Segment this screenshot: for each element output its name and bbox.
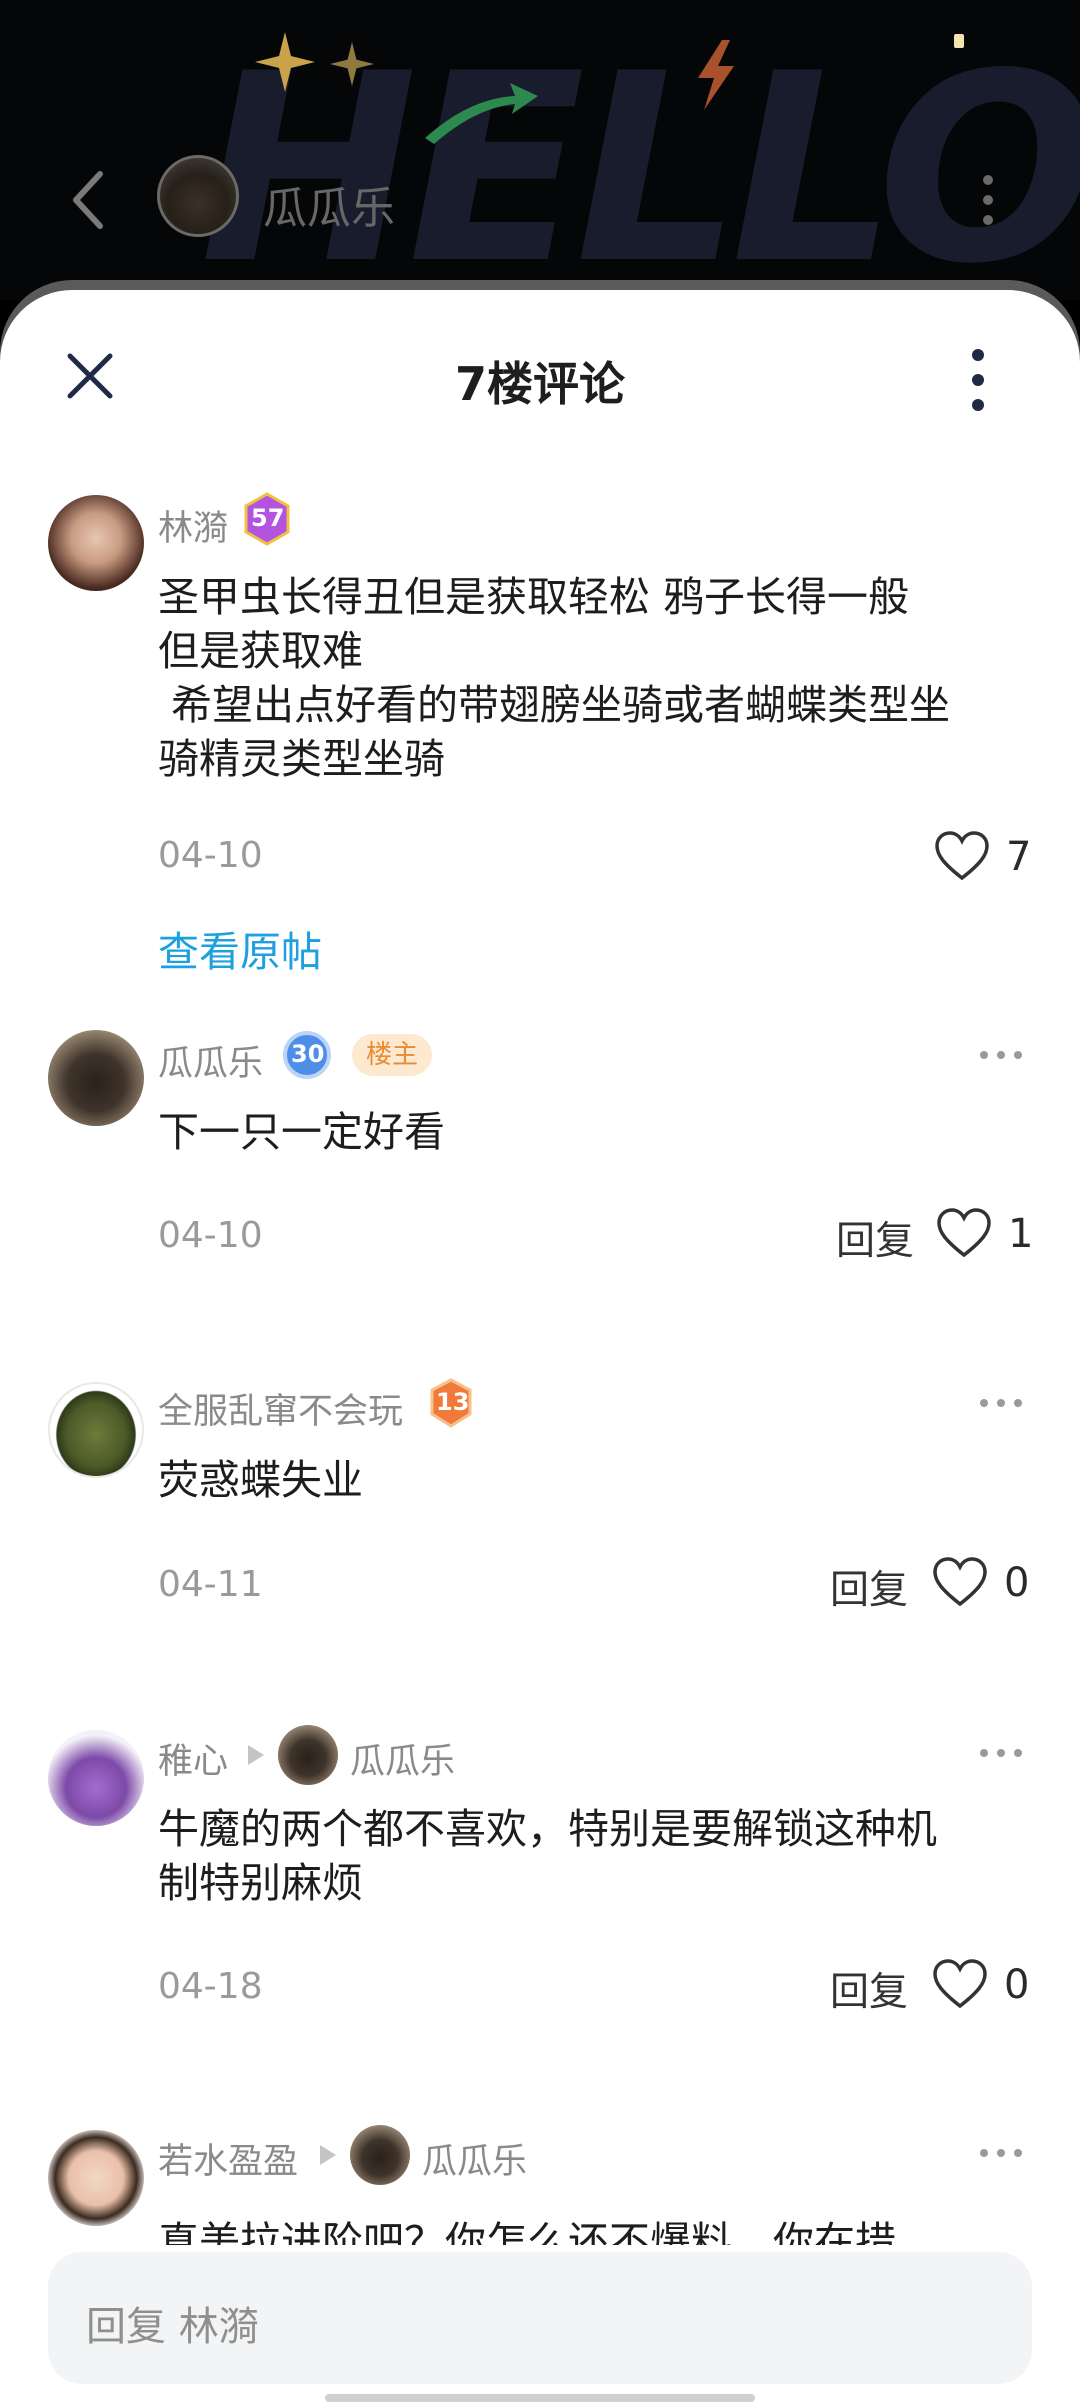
vertical-dots-icon[interactable] (958, 345, 998, 415)
avatar[interactable] (48, 2130, 144, 2226)
avatar[interactable] (48, 1030, 144, 1126)
reply-author[interactable]: 全服乱窜不会玩 (158, 1383, 403, 1434)
avatar[interactable] (48, 1730, 144, 1826)
heart-icon[interactable] (936, 1207, 992, 1259)
heart-icon[interactable] (934, 830, 990, 882)
like-count: 7 (1006, 834, 1032, 880)
view-original-link[interactable]: 查看原帖 (158, 918, 322, 978)
reply-button[interactable]: 回复 (836, 1210, 914, 1266)
reply-input-placeholder: 回复 林漪 (86, 2304, 259, 2350)
reply-to-name[interactable]: 瓜瓜乐 (350, 1733, 455, 1784)
comment-author[interactable]: 林漪 (158, 500, 228, 551)
like-count: 1 (1008, 1211, 1034, 1257)
reply-author[interactable]: 稚心 (158, 1733, 228, 1784)
more-dots-icon[interactable] (976, 1743, 1026, 1763)
like-count: 0 (1004, 1560, 1030, 1606)
sparkle-icon (330, 42, 374, 86)
avatar[interactable] (278, 1725, 338, 1785)
reply-date: 04-11 (158, 1564, 263, 1605)
heart-icon[interactable] (932, 1958, 988, 2010)
avatar[interactable] (48, 1382, 144, 1478)
more-dots-icon[interactable] (976, 1393, 1026, 1413)
avatar[interactable] (157, 155, 239, 237)
more-dots-icon[interactable] (976, 2143, 1026, 2163)
reply-date: 04-10 (158, 1215, 263, 1256)
reply-to-arrow-icon (320, 2145, 336, 2165)
comment-sheet: 7楼评论 林漪 57 圣甲虫长得丑但是获取轻松 鸦子长得一般 但是获取难 希望出… (0, 290, 1080, 2408)
level-number: 57 (251, 504, 285, 532)
top-bar: HELLO 瓜瓜乐 (0, 0, 1080, 300)
comment-text: 圣甲虫长得丑但是获取轻松 鸦子长得一般 但是获取难 希望出点好看的带翅膀坐骑或者… (158, 573, 951, 783)
reply-date: 04-18 (158, 1966, 263, 2007)
reply-text: 荧惑蝶失业 (158, 1456, 363, 1504)
arrow-decoration-icon (425, 83, 538, 144)
reply-text: 真美拉进阶吧？你怎么还不爆料，你在措 (158, 2218, 896, 2245)
level-number: 13 (436, 1388, 470, 1416)
reply-author[interactable]: 若水盈盈 (158, 2133, 298, 2184)
reply-text: 下一只一定好看 (158, 1108, 445, 1156)
reply-text: 牛魔的两个都不喜欢，特别是要解锁这种机 制特别麻烦 (158, 1805, 937, 1907)
host-badge: 楼主 (352, 1034, 433, 1076)
level-number: 30 (291, 1040, 325, 1068)
sheet-title: 7楼评论 (454, 357, 625, 411)
vertical-dots-icon[interactable] (968, 170, 1008, 230)
like-count: 0 (1004, 1962, 1030, 2008)
avatar[interactable] (350, 2125, 410, 2185)
reply-to-name[interactable]: 瓜瓜乐 (422, 2133, 527, 2184)
back-button[interactable] (60, 160, 120, 240)
avatar[interactable] (48, 495, 144, 591)
more-dots-icon[interactable] (976, 1045, 1026, 1065)
heart-icon[interactable] (932, 1556, 988, 1608)
sparkle-icon (255, 32, 315, 92)
reply-input[interactable]: 回复 林漪 (48, 2252, 1032, 2384)
home-indicator[interactable] (325, 2394, 755, 2402)
status-dot (954, 34, 964, 48)
reply-button[interactable]: 回复 (830, 1559, 908, 1615)
comment-date: 04-10 (158, 835, 263, 876)
reply-to-arrow-icon (248, 1745, 264, 1765)
reply-button[interactable]: 回复 (830, 1961, 908, 2017)
bolt-icon (698, 40, 734, 110)
reply-author[interactable]: 瓜瓜乐 (158, 1035, 263, 1086)
header-user-name[interactable]: 瓜瓜乐 (263, 172, 395, 236)
